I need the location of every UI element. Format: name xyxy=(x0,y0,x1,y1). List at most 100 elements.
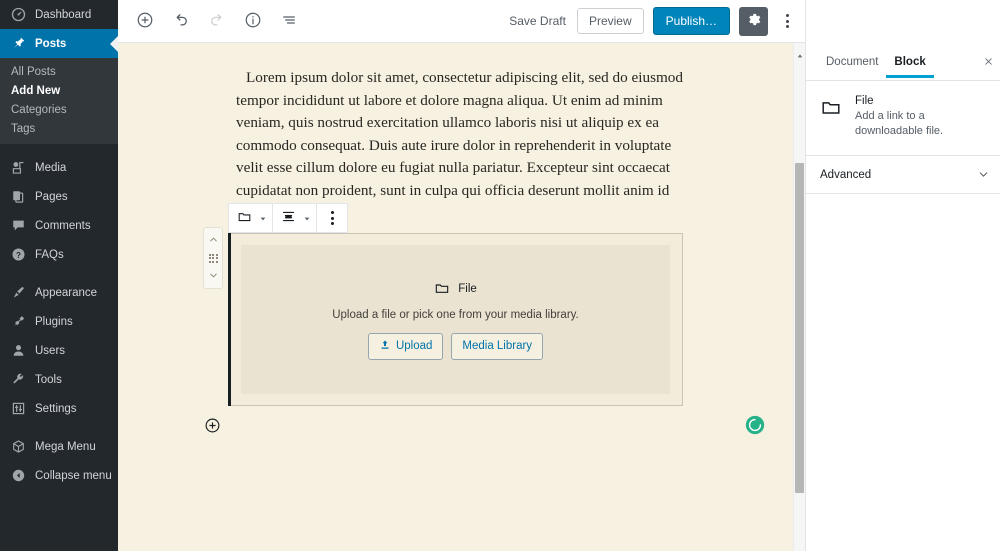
sidebar-item-mega-menu[interactable]: Mega Menu xyxy=(0,432,118,461)
user-icon xyxy=(9,341,28,360)
panel-advanced[interactable]: Advanced xyxy=(806,156,1000,194)
block-options-button[interactable] xyxy=(320,204,344,232)
sidebar-item-faqs[interactable]: ? FAQs xyxy=(0,240,118,269)
chevron-down-icon xyxy=(977,168,990,181)
block-navigation-button[interactable] xyxy=(272,4,306,38)
move-block-up-button[interactable] xyxy=(204,232,222,248)
svg-text:?: ? xyxy=(16,251,21,260)
editor-canvas[interactable]: Lorem ipsum dolor sit amet, consectetur … xyxy=(118,43,793,551)
sidebar-item-settings[interactable]: Settings xyxy=(0,394,118,423)
settings-sidebar: Document Block File Add a link to a down… xyxy=(805,0,1000,551)
block-toolbar xyxy=(228,203,348,233)
editor-region: Save Draft Preview Publish… Lorem ipsum … xyxy=(118,0,805,551)
add-block-button[interactable] xyxy=(128,4,162,38)
media-library-button-label: Media Library xyxy=(462,340,533,352)
block-type-group xyxy=(229,204,273,232)
brush-icon xyxy=(9,283,28,302)
block-type-button[interactable] xyxy=(232,204,256,232)
collapse-icon xyxy=(9,466,28,485)
sidebar-item-plugins[interactable]: Plugins xyxy=(0,307,118,336)
close-sidebar-button[interactable] xyxy=(978,52,998,72)
sidebar-item-media[interactable]: Media xyxy=(0,153,118,182)
plus-circle-icon xyxy=(136,11,154,32)
submenu-item-categories[interactable]: Categories xyxy=(0,100,118,119)
sidebar-item-posts[interactable]: Posts xyxy=(0,29,118,58)
folder-icon xyxy=(434,280,450,299)
sidebar-item-appearance[interactable]: Appearance xyxy=(0,278,118,307)
tab-document[interactable]: Document xyxy=(818,45,886,78)
media-library-button[interactable]: Media Library xyxy=(451,332,544,360)
menu-separator xyxy=(0,144,118,153)
redo-button[interactable] xyxy=(200,4,234,38)
align-button[interactable] xyxy=(276,204,300,232)
save-draft-button[interactable]: Save Draft xyxy=(507,10,568,32)
publish-button[interactable]: Publish… xyxy=(652,7,730,35)
upload-button-label: Upload xyxy=(395,340,433,352)
panel-advanced-label: Advanced xyxy=(820,168,872,181)
sidebar-item-tools[interactable]: Tools xyxy=(0,365,118,394)
question-icon: ? xyxy=(9,245,28,264)
cube-icon xyxy=(9,437,28,456)
folder-icon xyxy=(237,209,252,227)
block-card-text: File Add a link to a downloadable file. xyxy=(855,95,988,139)
submenu-item-tags[interactable]: Tags xyxy=(0,119,118,138)
sidebar-item-collapse-menu[interactable]: Collapse menu xyxy=(0,461,118,490)
settings-tabs: Document Block xyxy=(806,43,1000,81)
sidebar-item-label: FAQs xyxy=(35,248,64,261)
chevron-down-icon xyxy=(259,211,267,226)
comments-icon xyxy=(9,216,28,235)
submenu-item-add-new[interactable]: Add New xyxy=(0,81,118,100)
file-block[interactable]: File Upload a file or pick one from your… xyxy=(228,233,683,406)
posts-submenu: All Posts Add New Categories Tags xyxy=(0,58,118,144)
default-block-appender-button[interactable] xyxy=(201,416,223,438)
editor-canvas-wrap: Lorem ipsum dolor sit amet, consectetur … xyxy=(118,43,805,551)
sidebar-item-pages[interactable]: Pages xyxy=(0,182,118,211)
menu-separator xyxy=(0,423,118,432)
sidebar-item-label: Posts xyxy=(35,37,67,50)
sidebar-item-label: Plugins xyxy=(35,315,73,328)
editor-header: Save Draft Preview Publish… xyxy=(118,0,805,43)
upload-button[interactable]: Upload xyxy=(367,332,444,360)
canvas-scrollbar[interactable] xyxy=(793,43,805,551)
scrollbar-thumb[interactable] xyxy=(795,163,804,493)
submenu-item-all-posts[interactable]: All Posts xyxy=(0,62,118,81)
undo-button[interactable] xyxy=(164,4,198,38)
align-center-icon xyxy=(281,209,296,227)
sidebar-item-comments[interactable]: Comments xyxy=(0,211,118,240)
sidebar-item-dashboard[interactable]: Dashboard xyxy=(0,0,118,29)
gear-icon xyxy=(746,12,761,30)
move-block-down-button[interactable] xyxy=(204,268,222,284)
scroll-up-arrow-icon[interactable] xyxy=(796,47,804,58)
sliders-icon xyxy=(9,399,28,418)
content-info-button[interactable] xyxy=(236,4,270,38)
sidebar-item-users[interactable]: Users xyxy=(0,336,118,365)
file-block-placeholder: File Upload a file or pick one from your… xyxy=(241,245,670,394)
sidebar-item-label: Appearance xyxy=(35,286,98,299)
tab-block[interactable]: Block xyxy=(886,45,933,78)
current-item-arrow xyxy=(110,35,118,52)
menu-separator xyxy=(0,269,118,278)
folder-icon xyxy=(820,95,844,139)
plug-icon xyxy=(9,312,28,331)
wrench-icon xyxy=(9,370,28,389)
wordpress-block-editor: Dashboard Posts All Posts Add New Catego… xyxy=(0,0,1000,551)
block-type-caret[interactable] xyxy=(256,204,269,232)
settings-toggle-button[interactable] xyxy=(739,6,768,36)
drag-handle-icon[interactable] xyxy=(208,253,218,263)
editor-header-actions: Save Draft Preview Publish… xyxy=(507,6,797,36)
sidebar-item-label: Comments xyxy=(35,219,91,232)
preview-button[interactable]: Preview xyxy=(576,8,644,34)
loading-spinner-icon xyxy=(745,415,765,435)
block-card: File Add a link to a downloadable file. xyxy=(806,81,1000,156)
align-caret[interactable] xyxy=(300,204,313,232)
block-options-group xyxy=(317,204,347,232)
block-card-title: File xyxy=(855,95,874,107)
more-menu-button[interactable] xyxy=(777,6,797,36)
file-block-actions: Upload Media Library xyxy=(367,332,544,360)
admin-sidebar: Dashboard Posts All Posts Add New Catego… xyxy=(0,0,118,551)
align-group xyxy=(273,204,317,232)
chevron-up-icon xyxy=(208,233,219,248)
file-block-title: File xyxy=(458,283,477,295)
block-card-description: Add a link to a downloadable file. xyxy=(855,110,944,137)
paragraph-block[interactable]: Lorem ipsum dolor sit amet, consectetur … xyxy=(236,67,686,225)
